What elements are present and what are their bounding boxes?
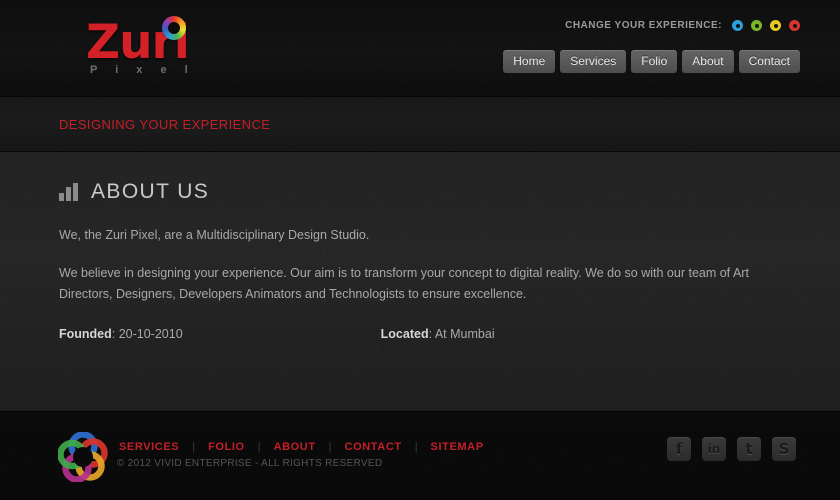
founded-label: Founded bbox=[59, 327, 112, 341]
founded-value: : 20-10-2010 bbox=[111, 327, 183, 341]
color-swatch-list bbox=[732, 20, 800, 31]
experience-label: CHANGE YOUR EXPERIENCE: bbox=[565, 20, 722, 31]
page-root: Zuri P i x e l CHANGE YOUR EXPERIENCE: H… bbox=[0, 0, 840, 500]
swatch-green[interactable] bbox=[751, 20, 762, 31]
footer-link-folio[interactable]: FOLIO bbox=[206, 441, 247, 453]
site-logo[interactable]: Zuri P i x e l bbox=[86, 16, 266, 80]
intro-paragraph: We, the Zuri Pixel, are a Multidisciplin… bbox=[59, 228, 370, 242]
footer-link-about[interactable]: ABOUT bbox=[272, 441, 318, 453]
footer-link-contact[interactable]: CONTACT bbox=[343, 441, 404, 453]
copyright-text: © 2012 VIVID ENTERPRISE - ALL RIGHTS RES… bbox=[117, 458, 383, 469]
main-navigation: Home Services Folio About Contact bbox=[503, 50, 800, 73]
twitter-glyph: t bbox=[745, 440, 753, 458]
swatch-blue[interactable] bbox=[732, 20, 743, 31]
footer-links: SERVICES | FOLIO | ABOUT | CONTACT | SITEMAP bbox=[117, 441, 486, 453]
skype-icon[interactable]: S bbox=[772, 437, 796, 461]
nav-item-home[interactable]: Home bbox=[503, 50, 556, 73]
skype-glyph: S bbox=[778, 440, 790, 458]
swatch-yellow[interactable] bbox=[770, 20, 781, 31]
twitter-icon[interactable]: t bbox=[737, 437, 761, 461]
tagline-text: DESIGNING YOUR EXPERIENCE bbox=[59, 116, 271, 132]
footer-link-separator: | bbox=[328, 441, 332, 453]
tagline-band: DESIGNING YOUR EXPERIENCE bbox=[0, 96, 840, 152]
nav-item-about[interactable]: About bbox=[682, 50, 734, 73]
color-wheel-icon bbox=[162, 16, 186, 40]
facts-row: Founded: 20-10-2010 Located: At Mumbai bbox=[59, 327, 781, 341]
site-header: Zuri P i x e l CHANGE YOUR EXPERIENCE: H… bbox=[0, 0, 840, 96]
located-label: Located bbox=[380, 327, 429, 341]
color-swirl-logo-icon[interactable] bbox=[58, 432, 108, 482]
nav-item-folio[interactable]: Folio bbox=[631, 50, 678, 73]
page-title: ABOUT US bbox=[91, 180, 210, 203]
facebook-icon[interactable]: f bbox=[667, 437, 691, 461]
facebook-glyph: f bbox=[675, 440, 683, 458]
fact-founded: Founded: 20-10-2010 bbox=[59, 327, 183, 341]
social-links: f in t S bbox=[667, 437, 796, 461]
footer-link-separator: | bbox=[192, 441, 196, 453]
footer-link-services[interactable]: SERVICES bbox=[117, 441, 181, 453]
nav-item-contact[interactable]: Contact bbox=[738, 50, 800, 73]
footer-link-separator: | bbox=[414, 441, 418, 453]
footer-link-sitemap[interactable]: SITEMAP bbox=[429, 441, 486, 453]
nav-item-services[interactable]: Services bbox=[560, 50, 627, 73]
experience-switcher: CHANGE YOUR EXPERIENCE: bbox=[565, 20, 800, 31]
logo-subtitle: P i x e l bbox=[90, 64, 196, 76]
bar-chart-icon bbox=[59, 183, 78, 201]
linkedin-icon[interactable]: in bbox=[702, 437, 726, 461]
swatch-red[interactable] bbox=[789, 20, 800, 31]
fact-located: Located: At Mumbai bbox=[381, 327, 495, 341]
located-value: : At Mumbai bbox=[428, 327, 495, 341]
linkedin-glyph: in bbox=[707, 442, 721, 456]
description-paragraph: We believe in designing your experience.… bbox=[59, 266, 749, 301]
section-header: ABOUT US bbox=[59, 180, 781, 203]
footer-link-separator: | bbox=[257, 441, 261, 453]
main-content-panel: ABOUT US We, the Zuri Pixel, are a Multi… bbox=[0, 152, 840, 411]
